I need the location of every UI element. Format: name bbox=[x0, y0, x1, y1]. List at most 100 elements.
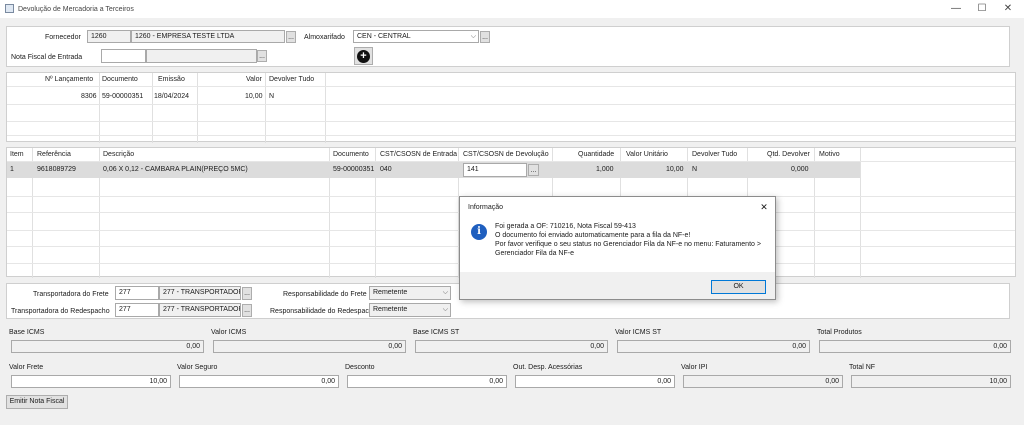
cell-referencia: 9618089729 bbox=[37, 166, 76, 173]
valor-seguro-input[interactable]: 0,00 bbox=[179, 375, 339, 388]
valor-icms-field: 0,00 bbox=[213, 340, 406, 353]
col-header: Documento bbox=[333, 151, 369, 158]
out-desp-input[interactable]: 0,00 bbox=[515, 375, 675, 388]
valor-icms-st-field: 0,00 bbox=[617, 340, 810, 353]
chevron-down-icon: ⌵ bbox=[442, 306, 448, 313]
col-header: Devolver Tudo bbox=[269, 76, 315, 83]
almoxarifado-label: Almoxarifado bbox=[304, 34, 345, 41]
cst-devolucao-input[interactable]: 141 bbox=[463, 163, 527, 177]
transp-frete-label: Transportadora do Frete bbox=[33, 291, 109, 298]
transp-redesp-label: Transportadora do Redespacho bbox=[11, 308, 110, 315]
dialog-message-line: O documento foi enviado automaticamente … bbox=[495, 232, 691, 239]
resp-redesp-select[interactable]: Remetente ⌵ bbox=[369, 303, 451, 317]
transp-redesp-search-button[interactable]: ... bbox=[242, 304, 252, 317]
transp-frete-code-input[interactable]: 277 bbox=[115, 286, 159, 300]
col-header: Valor Unitário bbox=[626, 151, 668, 158]
out-desp-label: Out. Desp. Acessórias bbox=[513, 364, 583, 371]
col-header: Documento bbox=[102, 76, 138, 83]
col-header: Motivo bbox=[819, 151, 840, 158]
cell-lancamento: 8306 bbox=[81, 93, 97, 100]
plus-circle-icon: + bbox=[357, 50, 370, 63]
almoxarifado-select[interactable]: CEN - CENTRAL ⌵ bbox=[353, 30, 479, 43]
base-icms-label: Base ICMS bbox=[9, 329, 45, 336]
chevron-down-icon: ⌵ bbox=[470, 33, 476, 40]
col-header: CST/CSOSN de Devolução bbox=[463, 151, 549, 158]
cell-valor-unitario: 10,00 bbox=[666, 166, 684, 173]
cell-documento: 59-00000351 bbox=[333, 166, 375, 173]
window-title: Devolução de Mercadoria a Terceiros bbox=[18, 6, 134, 13]
dialog-body: i Foi gerada a OF: 710216, Nota Fiscal 5… bbox=[460, 216, 775, 272]
total-nf-field: 10,00 bbox=[851, 375, 1011, 388]
minimize-icon[interactable]: — bbox=[950, 3, 962, 15]
cst-devolucao-search-button[interactable]: ... bbox=[528, 164, 539, 176]
app-icon bbox=[5, 4, 14, 13]
cell-cst-entrada: 040 bbox=[380, 166, 392, 173]
info-icon: i bbox=[471, 224, 487, 240]
col-header: Valor bbox=[246, 76, 262, 83]
col-header: Qtd. Devolver bbox=[767, 151, 810, 158]
valor-frete-label: Valor Frete bbox=[9, 364, 44, 371]
base-icms-field: 0,00 bbox=[11, 340, 204, 353]
dialog-message-line: Gerenciador Fila da NF-e bbox=[495, 250, 574, 257]
transp-redesp-name-input[interactable]: 277 - TRANSPORTADOR bbox=[159, 303, 241, 317]
col-header: Descrição bbox=[103, 151, 135, 158]
desconto-label: Desconto bbox=[345, 364, 375, 371]
fornecedor-name-input[interactable]: 1260 - EMPRESA TESTE LTDA bbox=[131, 30, 285, 43]
title-bar: Devolução de Mercadoria a Terceiros — ☐ … bbox=[0, 0, 1024, 18]
nota-fiscal-search-button[interactable]: ... bbox=[257, 50, 267, 62]
col-header: Item bbox=[10, 151, 24, 158]
transp-redesp-code-input[interactable]: 277 bbox=[115, 303, 159, 317]
valor-seguro-label: Valor Seguro bbox=[177, 364, 218, 371]
valor-ipi-field: 0,00 bbox=[683, 375, 843, 388]
col-header: Devolver Tudo bbox=[692, 151, 738, 158]
nota-fiscal-label: Nota Fiscal de Entrada bbox=[11, 54, 83, 61]
resp-frete-label: Responsabilidade do Frete bbox=[283, 291, 367, 298]
add-button[interactable]: + bbox=[354, 47, 373, 65]
nota-fiscal-input[interactable] bbox=[101, 49, 146, 63]
dialog-message-line: Foi gerada a OF: 710216, Nota Fiscal 59-… bbox=[495, 223, 636, 230]
base-icms-st-label: Base ICMS ST bbox=[413, 329, 460, 336]
cell-devolver-tudo: N bbox=[269, 93, 275, 100]
chevron-down-icon: ⌵ bbox=[442, 289, 448, 296]
maximize-icon[interactable]: ☐ bbox=[976, 3, 988, 15]
almoxarifado-value: CEN - CENTRAL bbox=[357, 33, 411, 40]
resp-frete-value: Remetente bbox=[373, 289, 408, 296]
dialog-title-bar: Informação ✕ bbox=[460, 197, 775, 216]
table-row[interactable]: 1 9618089729 0,06 X 0,12 - CAMBARA PLAIN… bbox=[7, 162, 860, 178]
lancamentos-table: Nº Lançamento Documento Emissão Valor De… bbox=[6, 72, 1016, 143]
total-produtos-field: 0,00 bbox=[819, 340, 1011, 353]
transp-frete-name-input[interactable]: 277 - TRANSPORTADOR bbox=[159, 286, 241, 300]
cell-qtd-devolver: 0,000 bbox=[791, 166, 809, 173]
ok-button[interactable]: OK bbox=[711, 280, 766, 294]
cell-valor: 10,00 bbox=[245, 93, 263, 100]
close-window-icon[interactable]: ✕ bbox=[1002, 3, 1014, 15]
total-produtos-label: Total Produtos bbox=[817, 329, 862, 336]
emitir-nota-fiscal-button[interactable]: Emitir Nota Fiscal bbox=[6, 395, 68, 409]
almoxarifado-search-button[interactable]: ... bbox=[480, 31, 490, 43]
resp-redesp-value: Remetente bbox=[373, 306, 408, 313]
desconto-input[interactable]: 0,00 bbox=[347, 375, 507, 388]
fornecedor-search-button[interactable]: ... bbox=[286, 31, 296, 43]
fornecedor-label: Fornecedor bbox=[45, 34, 81, 41]
base-icms-st-field: 0,00 bbox=[415, 340, 608, 353]
total-nf-label: Total NF bbox=[849, 364, 876, 371]
cell-quantidade: 1,000 bbox=[596, 166, 614, 173]
transp-frete-search-button[interactable]: ... bbox=[242, 287, 252, 300]
filter-panel: Fornecedor 1260 1260 - EMPRESA TESTE LTD… bbox=[6, 26, 1010, 67]
fornecedor-code-input[interactable]: 1260 bbox=[87, 30, 131, 43]
dialog-close-icon[interactable]: ✕ bbox=[758, 201, 770, 213]
cell-documento: 59-00000351 bbox=[102, 93, 144, 100]
dialog-message-line: Por favor verifique o seu status no Gere… bbox=[495, 241, 761, 248]
dialog-title: Informação bbox=[468, 204, 504, 211]
col-header: Emissão bbox=[158, 76, 185, 83]
nota-fiscal-desc-input[interactable] bbox=[146, 49, 257, 63]
cell-devolver-tudo: N bbox=[692, 166, 698, 173]
valor-icms-st-label: Valor ICMS ST bbox=[615, 329, 662, 336]
resp-redesp-label: Responsabilidade do Redespacho bbox=[270, 308, 377, 315]
valor-frete-input[interactable]: 10,00 bbox=[11, 375, 171, 388]
col-header: Quantidade bbox=[578, 151, 615, 158]
cell-emissao: 18/04/2024 bbox=[154, 93, 190, 100]
cell-item: 1 bbox=[10, 166, 14, 173]
valor-ipi-label: Valor IPI bbox=[681, 364, 708, 371]
resp-frete-select[interactable]: Remetente ⌵ bbox=[369, 286, 451, 300]
